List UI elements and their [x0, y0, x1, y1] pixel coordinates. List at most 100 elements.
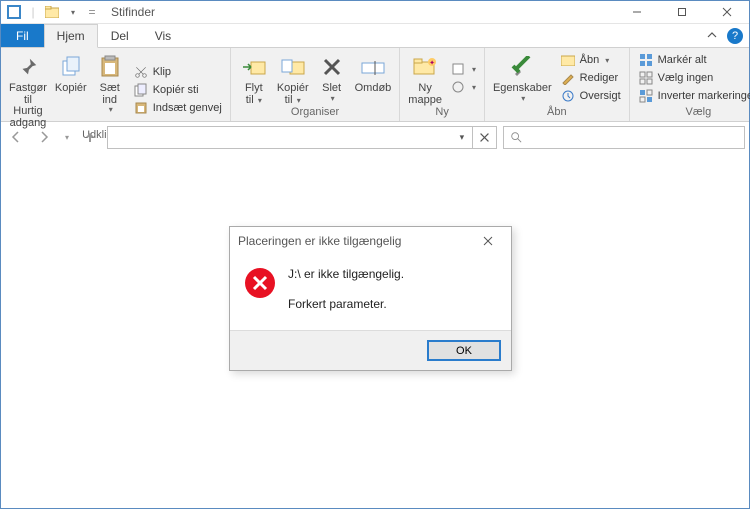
group-select: Markér alt Vælg ingen Inverter markering…: [630, 48, 750, 121]
new-item-button[interactable]: ▾: [450, 60, 476, 78]
paste-shortcut-icon: [133, 100, 149, 116]
open-drop-icon: ▾: [605, 56, 609, 65]
group-new: ✦ Ny mappe ▾ ▾ Ny: [400, 48, 485, 121]
window-controls: [614, 1, 749, 23]
dialog-text: J:\ er ikke tilgængelig. Forkert paramet…: [288, 267, 404, 312]
qat-folder-icon[interactable]: [43, 3, 61, 21]
error-icon: [244, 267, 276, 299]
cut-button[interactable]: Klip: [133, 63, 222, 81]
tab-file[interactable]: Fil: [1, 24, 44, 47]
dialog-line1: J:\ er ikke tilgængelig.: [288, 267, 404, 283]
new-item-drop-icon: ▾: [472, 65, 476, 74]
copy-path-label: Kopiér sti: [153, 84, 199, 96]
history-icon: [560, 88, 576, 104]
ribbon-tabs: Fil Hjem Del Vis ?: [1, 24, 749, 48]
recent-locations-button[interactable]: ▾: [61, 126, 73, 148]
properties-drop-icon: ▾: [521, 95, 525, 103]
paste-icon: [95, 52, 125, 82]
paste-button[interactable]: Sæt ind ▾: [91, 50, 129, 129]
select-none-button[interactable]: Vælg ingen: [638, 69, 750, 87]
error-dialog: Placeringen er ikke tilgængelig J:\ er i…: [229, 226, 512, 371]
pin-to-quick-access-button[interactable]: Fastgør til Hurtig adgang: [5, 50, 51, 129]
close-button[interactable]: [704, 1, 749, 23]
copy-to-icon: [278, 52, 308, 82]
copy-path-icon: [133, 82, 149, 98]
paste-label1: Sæt: [100, 83, 120, 95]
edit-small-button[interactable]: Rediger: [560, 69, 621, 87]
tab-home[interactable]: Hjem: [44, 24, 98, 48]
open-small-button[interactable]: Åbn ▾: [560, 51, 621, 69]
properties-button[interactable]: Egenskaber ▾: [489, 50, 556, 106]
address-dropdown-icon[interactable]: ▾: [452, 132, 472, 143]
copy-icon: [56, 52, 86, 82]
search-box[interactable]: [503, 126, 745, 149]
moveto-drop-icon: ▾: [256, 96, 262, 105]
rename-button[interactable]: Omdøb: [351, 50, 396, 106]
newfolder-l2: mappe: [408, 95, 442, 107]
paste-shortcut-button[interactable]: Indsæt genvej: [133, 99, 222, 117]
tab-view[interactable]: Vis: [142, 24, 184, 47]
back-button[interactable]: [5, 126, 27, 148]
properties-label: Egenskaber: [493, 83, 552, 95]
paste-shortcut-label: Indsæt genvej: [153, 102, 222, 114]
copy-path-button[interactable]: Kopiér sti: [133, 81, 222, 99]
help-button[interactable]: ?: [727, 28, 743, 44]
invert-selection-icon: [638, 88, 654, 104]
tab-share[interactable]: Del: [98, 24, 142, 47]
copyto-drop-icon: ▾: [295, 96, 301, 105]
svg-text:✦: ✦: [429, 59, 435, 67]
open-icon: [560, 52, 576, 68]
navigation-bar: ▾ ▾: [1, 122, 749, 152]
select-all-label: Markér alt: [658, 54, 707, 66]
move-to-icon: [239, 52, 269, 82]
qat-overflow[interactable]: =: [83, 3, 101, 21]
easy-access-button[interactable]: ▾: [450, 78, 476, 96]
qat-dropdown-icon[interactable]: ▾: [64, 3, 82, 21]
invert-selection-label: Inverter markeringen: [658, 90, 750, 102]
forward-button[interactable]: [33, 126, 55, 148]
minimize-button[interactable]: [614, 1, 659, 23]
delete-button[interactable]: Slet ▾: [313, 50, 351, 106]
invert-selection-button[interactable]: Inverter markeringen: [638, 87, 750, 105]
moveto-l2: til: [246, 94, 254, 106]
delete-icon: [317, 52, 347, 82]
ok-button[interactable]: OK: [427, 340, 501, 361]
rename-icon: [358, 52, 388, 82]
easy-access-drop-icon: ▾: [472, 83, 476, 92]
delete-label: Slet: [322, 83, 341, 95]
qat-separator: |: [24, 3, 42, 21]
scissors-icon: [133, 64, 149, 80]
select-none-icon: [638, 70, 654, 86]
select-all-button[interactable]: Markér alt: [638, 51, 750, 69]
select-all-icon: [638, 52, 654, 68]
edit-icon: [560, 70, 576, 86]
open-label: Åbn: [580, 54, 600, 66]
refresh-button[interactable]: [472, 126, 496, 149]
cut-label: Klip: [153, 66, 171, 78]
group-select-label: Vælg: [630, 106, 750, 121]
paste-dropdown-icon: ▾: [109, 106, 113, 114]
copy-button[interactable]: Kopiér: [51, 50, 91, 129]
copy-label: Kopiér: [55, 83, 87, 95]
group-open: Egenskaber ▾ Åbn ▾ Rediger Oversigt: [485, 48, 630, 121]
history-small-button[interactable]: Oversigt: [560, 87, 621, 105]
collapse-ribbon-button[interactable]: [703, 27, 721, 45]
copyto-l2: til: [285, 94, 293, 106]
copy-to-button[interactable]: Kopiér til ▾: [273, 50, 313, 106]
dialog-title: Placeringen er ikke tilgængelig: [238, 234, 401, 248]
group-organize: Flyt til ▾ Kopiér til ▾ Slet ▾: [231, 48, 400, 121]
new-folder-button[interactable]: ✦ Ny mappe: [404, 50, 446, 106]
dialog-titlebar: Placeringen er ikke tilgængelig: [230, 227, 511, 255]
move-to-button[interactable]: Flyt til ▾: [235, 50, 273, 106]
pin-label1: Fastgør til: [9, 83, 47, 106]
maximize-button[interactable]: [659, 1, 704, 23]
dialog-close-button[interactable]: [473, 230, 503, 252]
address-bar[interactable]: ▾: [107, 126, 497, 149]
new-folder-icon: ✦: [410, 52, 440, 82]
title-bar: | ▾ = Stifinder: [1, 1, 749, 24]
newfolder-l1: Ny: [418, 83, 431, 95]
pin-icon: [13, 52, 43, 82]
up-button[interactable]: [79, 126, 101, 148]
search-icon: [510, 131, 522, 143]
group-open-label: Åbn: [485, 106, 629, 121]
